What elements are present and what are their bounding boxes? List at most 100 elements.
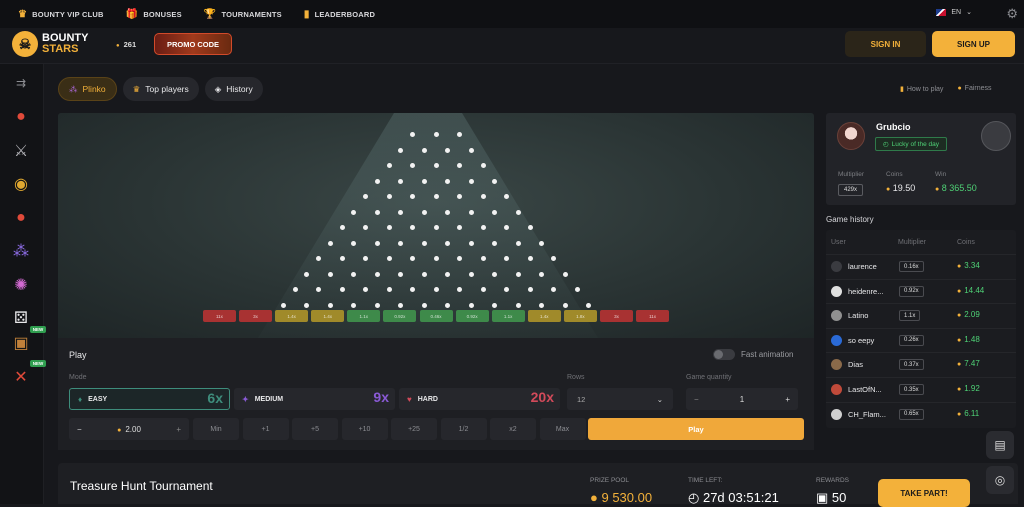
peg — [386, 256, 392, 261]
mode-medium-button[interactable]: ✦ MEDIUM 9x — [234, 388, 395, 410]
tab-top-players[interactable]: ♛ Top players — [122, 77, 199, 101]
topnav-item-bonuses[interactable]: 🎁 BONUSES — [126, 9, 182, 20]
bomb-icon — [981, 121, 1011, 151]
bet-chip[interactable]: +25 — [391, 418, 437, 440]
peg — [339, 225, 345, 230]
play-button[interactable]: Play — [588, 418, 804, 440]
sidebar-game-fruit-icon[interactable]: ● — [10, 207, 32, 229]
avatar — [837, 122, 865, 150]
peg — [527, 225, 533, 230]
history-multiplier: 0.65x — [899, 408, 924, 420]
peg — [339, 287, 345, 292]
sidebar-game-crossed-icon[interactable]: ✕ — [10, 366, 32, 388]
promo-code-button[interactable]: PROMO CODE — [154, 33, 232, 55]
gear-icon[interactable]: ⚙ — [1006, 6, 1018, 22]
peg — [527, 256, 533, 261]
logo[interactable]: ☠ BOUNTY STARS — [12, 31, 88, 57]
sidebar-game-chest-icon[interactable]: ▣ — [10, 332, 32, 354]
mode-hard-button[interactable]: ♥ HARD 20x — [399, 388, 560, 410]
tab-history[interactable]: ◈ History — [204, 77, 263, 101]
book-icon: ▮ — [900, 86, 904, 93]
peg — [515, 302, 521, 308]
history-coins: 14.44 — [957, 286, 984, 295]
coin-icon: ● — [935, 186, 940, 193]
peg — [433, 194, 439, 199]
peg — [457, 287, 462, 292]
peg — [421, 302, 427, 308]
avatar — [831, 310, 842, 322]
bet-amount-input[interactable]: − 2.00 + — [69, 418, 189, 440]
peg — [363, 225, 368, 230]
table-row[interactable]: CH_Flam... 0.65x 6.11 — [826, 401, 1016, 426]
avatar — [831, 408, 842, 420]
sidebar-game-plinko-icon[interactable]: ⁂ — [10, 240, 32, 262]
bet-chip[interactable]: 1/2 — [440, 418, 487, 440]
sidebar-game-coin-icon[interactable]: ◉ — [10, 173, 32, 195]
peg — [316, 256, 321, 261]
bet-chip[interactable]: +1 — [242, 418, 289, 440]
tournament-title: Treasure Hunt Tournament — [70, 479, 213, 493]
chat-icon[interactable]: ▤ — [986, 431, 1014, 459]
sidebar-game-balloons-icon[interactable]: ● — [10, 106, 32, 128]
sidebar-game-sword-icon[interactable]: ⚔ — [10, 140, 32, 162]
table-row[interactable]: LastOfN... 0.35x 1.92 — [826, 377, 1016, 401]
lucky-multiplier: 429x — [838, 184, 864, 196]
multiplier-label: Multiplier — [838, 171, 865, 178]
lucky-name: Grubcio — [876, 122, 911, 132]
multiplier-slot: 3x — [599, 310, 633, 322]
support-icon[interactable]: ◎ — [986, 466, 1014, 494]
fast-animation-toggle[interactable]: Fast animation — [713, 349, 793, 360]
peg — [504, 256, 509, 261]
history-user: laurence — [848, 262, 877, 271]
peg — [351, 209, 357, 215]
fairness-link[interactable]: ● Fairness — [957, 85, 991, 93]
peg — [468, 302, 474, 308]
lucky-win: ● 8 365.50 — [935, 183, 977, 193]
peg — [398, 147, 404, 153]
minus-icon[interactable]: − — [77, 425, 82, 434]
sidebar-game-octopus-icon[interactable]: ✺ — [10, 274, 32, 296]
peg — [492, 271, 498, 277]
topnav-item-leaderboard[interactable]: ▮ LEADERBOARD — [304, 9, 375, 20]
game-history-title: Game history — [826, 215, 874, 224]
table-row[interactable]: heidenre... 0.92x 14.44 — [826, 278, 1016, 303]
peg — [457, 163, 462, 168]
toggle-switch[interactable] — [713, 349, 735, 360]
sidebar-toggle-icon[interactable]: ⇉ — [10, 72, 32, 94]
bet-chip[interactable]: +10 — [341, 418, 388, 440]
multiplier-slot: 1.1x — [491, 310, 525, 322]
take-part-button[interactable]: TAKE PART! — [878, 479, 970, 507]
plus-icon[interactable]: + — [176, 425, 181, 434]
minus-icon[interactable]: − — [694, 395, 699, 404]
mode-easy-button[interactable]: ♦ EASY 6x — [69, 388, 230, 410]
topnav-item-bounty-vip-club[interactable]: ♛ BOUNTY VIP CLUB — [18, 9, 104, 20]
history-user: LastOfN... — [848, 385, 882, 394]
bet-chip[interactable]: +5 — [292, 418, 338, 440]
tab-plinko[interactable]: ⁂ Plinko — [58, 77, 117, 101]
topnav-item-tournaments[interactable]: 🏆 TOURNAMENTS — [204, 9, 282, 20]
peg — [539, 302, 545, 308]
plus-icon[interactable]: + — [785, 395, 790, 404]
history-coins: 1.48 — [957, 335, 980, 344]
history-coins: 2.09 — [957, 310, 980, 319]
peg — [398, 240, 404, 246]
table-row[interactable]: Dias 0.37x 7.47 — [826, 352, 1016, 376]
sidebar-game-dice-icon[interactable]: ⚄ — [10, 307, 32, 329]
rows-select[interactable]: 12 ⌄ — [567, 388, 673, 410]
sign-up-button[interactable]: SIGN UP — [932, 31, 1015, 57]
uk-flag-icon — [936, 8, 947, 16]
quantity-stepper[interactable]: − 1 + — [686, 388, 798, 410]
peg — [574, 287, 580, 292]
history-user: Dias — [848, 360, 864, 370]
how-to-play-link[interactable]: ▮ How to play — [900, 85, 943, 93]
bet-chip[interactable]: Max — [539, 418, 586, 440]
bet-chip[interactable]: x2 — [490, 418, 536, 440]
sign-in-button[interactable]: SIGN IN — [845, 31, 926, 57]
table-row[interactable]: Latino 1.1x 2.09 — [826, 303, 1016, 327]
avatar — [831, 285, 842, 297]
table-row[interactable]: laurence 0.16x 3.34 — [826, 254, 1016, 278]
table-row[interactable]: so eepy 0.26x 1.48 — [826, 327, 1016, 352]
language-selector[interactable]: EN ⌄ — [936, 8, 972, 16]
bet-chip[interactable]: Min — [193, 418, 239, 440]
multiplier-slot: 1.8x — [563, 310, 597, 322]
